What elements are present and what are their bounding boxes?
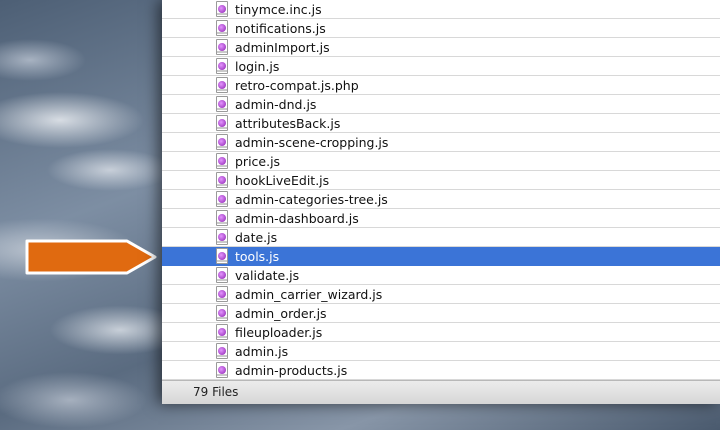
file-row[interactable]: retro-compat.js.php <box>162 76 720 95</box>
file-row[interactable]: admin-categories-tree.js <box>162 190 720 209</box>
file-name: admin-categories-tree.js <box>235 192 388 207</box>
javascript-file-icon <box>216 267 228 283</box>
javascript-file-icon <box>216 324 228 340</box>
javascript-file-icon <box>216 96 228 112</box>
file-name: admin-dnd.js <box>235 97 317 112</box>
file-list[interactable]: tinymce.inc.js notifications.js adminImp… <box>162 0 720 380</box>
javascript-file-icon <box>216 172 228 188</box>
file-name: adminImport.js <box>235 40 330 55</box>
file-row[interactable]: admin-dnd.js <box>162 95 720 114</box>
pointer-arrow-icon <box>25 239 157 275</box>
file-row[interactable]: admin_carrier_wizard.js <box>162 285 720 304</box>
javascript-file-icon <box>216 153 228 169</box>
javascript-file-icon <box>216 134 228 150</box>
file-row[interactable]: attributesBack.js <box>162 114 720 133</box>
file-row[interactable]: login.js <box>162 57 720 76</box>
file-name: price.js <box>235 154 281 169</box>
file-row[interactable]: fileuploader.js <box>162 323 720 342</box>
file-name: admin_carrier_wizard.js <box>235 287 383 302</box>
file-row[interactable]: admin-products.js <box>162 361 720 380</box>
file-count: 79 Files <box>193 385 239 399</box>
javascript-file-icon <box>216 20 228 36</box>
file-row[interactable]: admin_order.js <box>162 304 720 323</box>
javascript-file-icon <box>216 210 228 226</box>
javascript-file-icon <box>216 1 228 17</box>
javascript-file-icon <box>216 115 228 131</box>
file-row[interactable]: admin-dashboard.js <box>162 209 720 228</box>
javascript-file-icon <box>216 305 228 321</box>
javascript-file-icon <box>216 248 228 264</box>
file-row[interactable]: date.js <box>162 228 720 247</box>
file-row[interactable]: adminImport.js <box>162 38 720 57</box>
javascript-file-icon <box>216 191 228 207</box>
file-name: validate.js <box>235 268 300 283</box>
file-row[interactable]: tinymce.inc.js <box>162 0 720 19</box>
javascript-file-icon <box>216 343 228 359</box>
file-name: login.js <box>235 59 280 74</box>
file-name: hookLiveEdit.js <box>235 173 330 188</box>
file-name: tinymce.inc.js <box>235 2 322 17</box>
file-name: admin-dashboard.js <box>235 211 359 226</box>
file-name: notifications.js <box>235 21 326 36</box>
file-name: admin.js <box>235 344 289 359</box>
file-name: date.js <box>235 230 278 245</box>
javascript-file-icon <box>216 229 228 245</box>
file-row-selected[interactable]: tools.js <box>162 247 720 266</box>
file-row[interactable]: price.js <box>162 152 720 171</box>
file-name: retro-compat.js.php <box>235 78 359 93</box>
javascript-file-icon <box>216 286 228 302</box>
javascript-file-icon <box>216 77 228 93</box>
file-name: admin_order.js <box>235 306 327 321</box>
file-row[interactable]: admin-scene-cropping.js <box>162 133 720 152</box>
file-row[interactable]: validate.js <box>162 266 720 285</box>
file-name: fileuploader.js <box>235 325 323 340</box>
file-row[interactable]: admin.js <box>162 342 720 361</box>
javascript-file-icon <box>216 362 228 378</box>
status-bar: 79 Files <box>162 380 720 404</box>
javascript-file-icon <box>216 58 228 74</box>
file-name: admin-scene-cropping.js <box>235 135 389 150</box>
finder-window: tinymce.inc.js notifications.js adminImp… <box>162 0 720 404</box>
file-row[interactable]: notifications.js <box>162 19 720 38</box>
file-name: attributesBack.js <box>235 116 341 131</box>
javascript-file-icon <box>216 39 228 55</box>
file-name: tools.js <box>235 249 280 264</box>
file-row[interactable]: hookLiveEdit.js <box>162 171 720 190</box>
file-name: admin-products.js <box>235 363 348 378</box>
